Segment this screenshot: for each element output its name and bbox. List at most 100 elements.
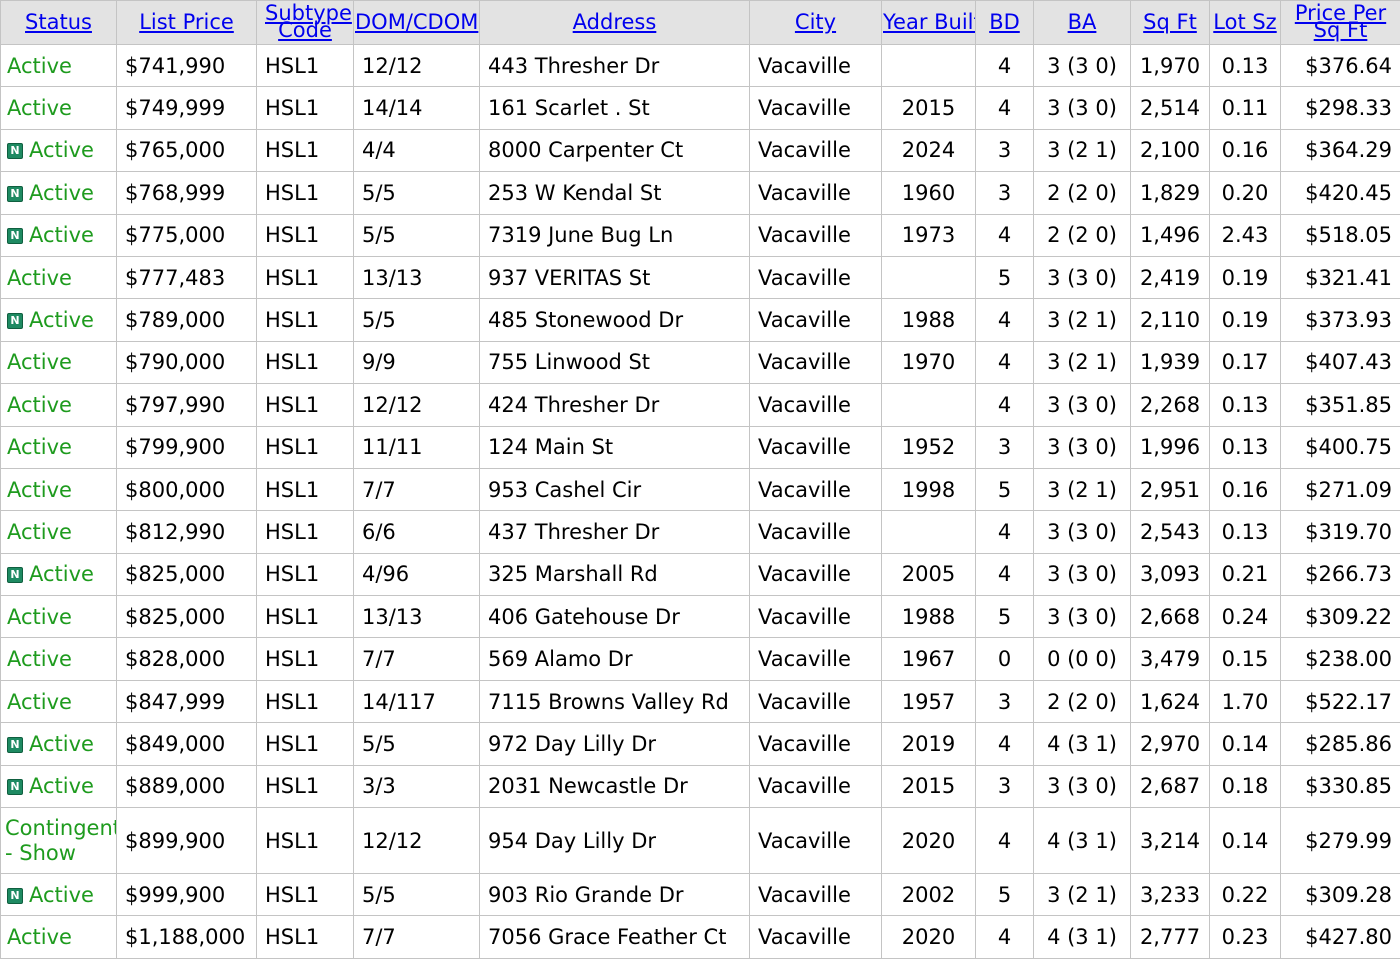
table-row[interactable]: Active$799,900HSL111/11124 Main StVacavi… (1, 426, 1400, 468)
table-row[interactable]: Active$1,188,000HSL17/77056 Grace Feathe… (1, 916, 1400, 958)
table-row[interactable]: NActive$775,000HSL15/57319 June Bug LnVa… (1, 214, 1400, 256)
table-row[interactable]: Contingent - Show$899,900HSL112/12954 Da… (1, 808, 1400, 874)
table-row[interactable]: NActive$889,000HSL13/32031 Newcastle DrV… (1, 765, 1400, 807)
subtype-cell: HSL1 (257, 916, 354, 958)
subtype-cell: HSL1 (257, 172, 354, 214)
address-cell: 485 Stonewood Dr (480, 299, 750, 341)
city-cell: Vacaville (750, 723, 882, 765)
bd-cell: 3 (976, 765, 1034, 807)
city-cell: Vacaville (750, 172, 882, 214)
sort-link-city[interactable]: City (795, 10, 836, 34)
sq-ft-cell: 2,777 (1131, 916, 1210, 958)
ba-cell: 3 (3 0) (1034, 256, 1131, 298)
sort-link-address[interactable]: Address (573, 10, 657, 34)
table-row[interactable]: NActive$825,000HSL14/96325 Marshall RdVa… (1, 553, 1400, 595)
price-per-sq-ft-cell: $266.73 (1281, 553, 1400, 595)
sort-link-status[interactable]: Status (25, 10, 92, 34)
table-row[interactable]: Active$741,990HSL112/12443 Thresher DrVa… (1, 45, 1400, 87)
city-cell: Vacaville (750, 426, 882, 468)
sort-link-year-built[interactable]: Year Built (883, 10, 976, 34)
column-header-address: Address (480, 1, 750, 45)
table-row[interactable]: Active$749,999HSL114/14161 Scarlet . StV… (1, 87, 1400, 129)
status-label: Active (29, 138, 94, 162)
status-cell: Active (1, 468, 117, 510)
table-row[interactable]: NActive$789,000HSL15/5485 Stonewood DrVa… (1, 299, 1400, 341)
city-cell: Vacaville (750, 129, 882, 171)
subtype-cell: HSL1 (257, 680, 354, 722)
dom-cdom-cell: 5/5 (354, 874, 480, 916)
status-label: Active (29, 562, 94, 586)
table-row[interactable]: NActive$999,900HSL15/5903 Rio Grande DrV… (1, 874, 1400, 916)
sort-link-lot-sz[interactable]: Lot Sz (1213, 10, 1276, 34)
status-cell: Active (1, 680, 117, 722)
status-cell: Active (1, 916, 117, 958)
subtype-cell: HSL1 (257, 129, 354, 171)
column-header-year-built: Year Built (882, 1, 976, 45)
table-row[interactable]: NActive$849,000HSL15/5972 Day Lilly DrVa… (1, 723, 1400, 765)
price-per-sq-ft-cell: $309.28 (1281, 874, 1400, 916)
city-cell: Vacaville (750, 638, 882, 680)
list-price-cell: $799,900 (117, 426, 257, 468)
sq-ft-cell: 1,829 (1131, 172, 1210, 214)
dom-cdom-cell: 9/9 (354, 341, 480, 383)
table-row[interactable]: Active$812,990HSL16/6437 Thresher DrVaca… (1, 511, 1400, 553)
price-per-sq-ft-cell: $373.93 (1281, 299, 1400, 341)
city-cell: Vacaville (750, 808, 882, 874)
lot-sz-cell: 0.18 (1210, 765, 1281, 807)
sort-link-dom-cdom[interactable]: DOM/CDOM (355, 10, 478, 34)
status-label: Contingent - Show (5, 816, 117, 865)
table-row[interactable]: Active$790,000HSL19/9755 Linwood StVacav… (1, 341, 1400, 383)
table-row[interactable]: Active$847,999HSL114/1177115 Browns Vall… (1, 680, 1400, 722)
sort-link-sq-ft[interactable]: Sq Ft (1143, 10, 1197, 34)
ba-cell: 4 (3 1) (1034, 808, 1131, 874)
table-row[interactable]: Active$800,000HSL17/7953 Cashel CirVacav… (1, 468, 1400, 510)
price-per-sq-ft-cell: $420.45 (1281, 172, 1400, 214)
column-header-dom-cdom: DOM/CDOM (354, 1, 480, 45)
subtype-cell: HSL1 (257, 426, 354, 468)
table-row[interactable]: Active$828,000HSL17/7569 Alamo DrVacavil… (1, 638, 1400, 680)
bd-cell: 3 (976, 680, 1034, 722)
list-price-cell: $789,000 (117, 299, 257, 341)
table-row[interactable]: NActive$768,999HSL15/5253 W Kendal StVac… (1, 172, 1400, 214)
column-header-subtype-code: Subtype Code (257, 1, 354, 45)
status-label: Active (7, 478, 72, 502)
status-label: Active (7, 54, 72, 78)
status-cell: Contingent - Show (1, 808, 117, 874)
address-cell: 7115 Browns Valley Rd (480, 680, 750, 722)
address-cell: 325 Marshall Rd (480, 553, 750, 595)
table-row[interactable]: Active$777,483HSL113/13937 VERITAS StVac… (1, 256, 1400, 298)
sort-link-ba[interactable]: BA (1068, 10, 1097, 34)
address-cell: 2031 Newcastle Dr (480, 765, 750, 807)
lot-sz-cell: 0.16 (1210, 129, 1281, 171)
ba-cell: 3 (3 0) (1034, 87, 1131, 129)
status-cell: NActive (1, 214, 117, 256)
listings-table: Status List Price Subtype Code DOM/CDOM … (0, 0, 1400, 959)
year-built-cell: 2024 (882, 129, 976, 171)
new-listing-badge-icon: N (7, 143, 23, 159)
lot-sz-cell: 0.13 (1210, 426, 1281, 468)
sq-ft-cell: 1,939 (1131, 341, 1210, 383)
list-price-cell: $828,000 (117, 638, 257, 680)
dom-cdom-cell: 11/11 (354, 426, 480, 468)
table-row[interactable]: Active$825,000HSL113/13406 Gatehouse DrV… (1, 596, 1400, 638)
column-header-status: Status (1, 1, 117, 45)
ba-cell: 2 (2 0) (1034, 172, 1131, 214)
bd-cell: 5 (976, 596, 1034, 638)
sort-link-list-price[interactable]: List Price (139, 10, 234, 34)
city-cell: Vacaville (750, 256, 882, 298)
city-cell: Vacaville (750, 680, 882, 722)
city-cell: Vacaville (750, 916, 882, 958)
ba-cell: 3 (3 0) (1034, 596, 1131, 638)
sort-link-price-per-sq-ft[interactable]: Price Per Sq Ft (1293, 5, 1388, 39)
subtype-cell: HSL1 (257, 341, 354, 383)
lot-sz-cell: 0.21 (1210, 553, 1281, 595)
status-cell: Active (1, 638, 117, 680)
list-price-cell: $825,000 (117, 553, 257, 595)
sort-link-subtype-code[interactable]: Subtype Code (265, 5, 345, 39)
year-built-cell: 1988 (882, 299, 976, 341)
table-row[interactable]: Active$797,990HSL112/12424 Thresher DrVa… (1, 384, 1400, 426)
table-row[interactable]: NActive$765,000HSL14/48000 Carpenter CtV… (1, 129, 1400, 171)
column-header-bd: BD (976, 1, 1034, 45)
sort-link-bd[interactable]: BD (989, 10, 1020, 34)
year-built-cell: 2020 (882, 808, 976, 874)
